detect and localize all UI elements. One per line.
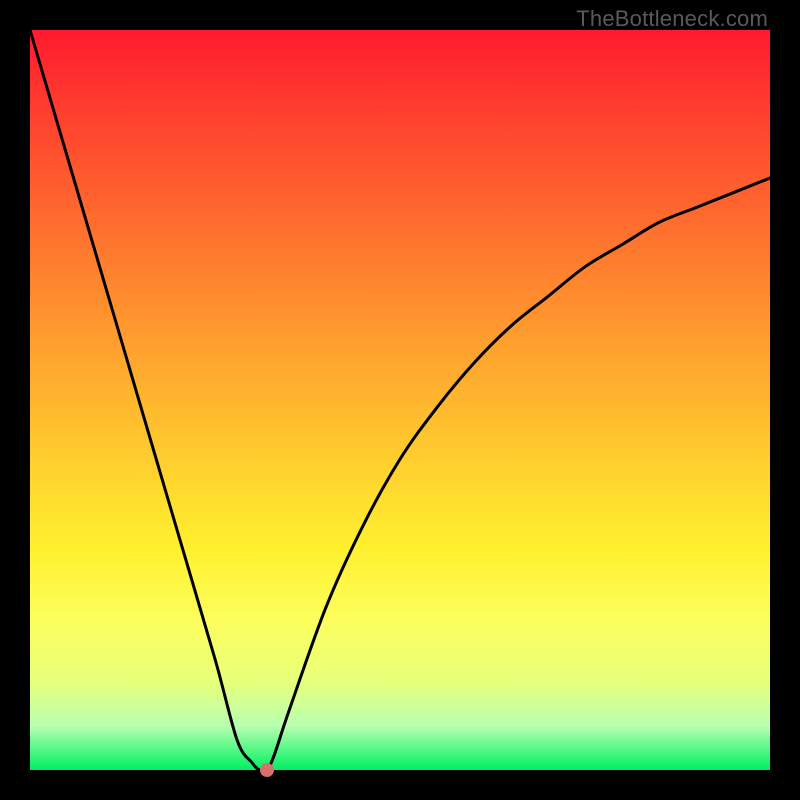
- bottleneck-curve-line: [30, 30, 770, 771]
- watermark-text: TheBottleneck.com: [576, 6, 768, 32]
- optimum-marker: [260, 763, 274, 777]
- curve-svg: [30, 30, 770, 770]
- chart-frame: TheBottleneck.com: [0, 0, 800, 800]
- plot-area: [30, 30, 770, 770]
